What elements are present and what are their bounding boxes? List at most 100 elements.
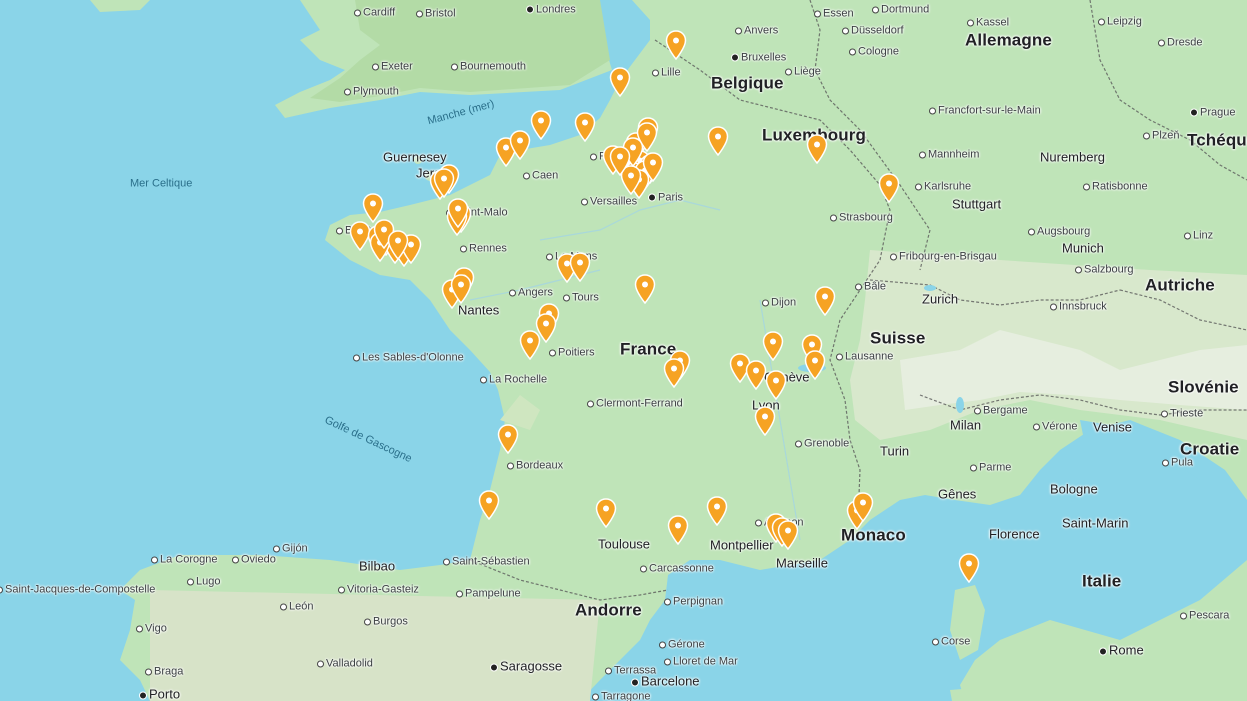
city-label-pescara: Pescara — [1180, 610, 1229, 623]
city-label-perpignan: Perpignan — [664, 596, 723, 609]
city-label-valladolid: Valladolid — [317, 658, 373, 671]
city-label-saragosse: Saragosse — [490, 660, 562, 673]
map-pin-icon[interactable] — [530, 110, 552, 140]
sea-label-celtique: Mer Celtique — [130, 177, 193, 190]
map-pin-icon[interactable] — [707, 126, 729, 156]
city-label-parme: Parme — [970, 462, 1011, 475]
city-label-vigo: Vigo — [136, 623, 167, 636]
country-label-italie: Italie — [1082, 571, 1122, 591]
map-pin-icon[interactable] — [745, 360, 767, 390]
map-pin-icon[interactable] — [433, 168, 455, 198]
city-label-karlsruhe: Karlsruhe — [915, 181, 971, 194]
country-label-allemagne: Allemagne — [965, 30, 1052, 50]
country-label-monaco: Monaco — [841, 525, 906, 545]
city-label-bordeaux: Bordeaux — [507, 460, 563, 473]
city-label-londres: Londres — [526, 4, 576, 17]
country-label-andorre: Andorre — [575, 600, 642, 620]
city-label-leipzig: Leipzig — [1098, 16, 1142, 29]
city-label-bologne: Bologne — [1050, 481, 1098, 497]
map-pin-icon[interactable] — [478, 490, 500, 520]
map-pin-icon[interactable] — [804, 350, 826, 380]
city-label-nantes: Nantes — [458, 302, 500, 318]
city-label-liege: Liège — [785, 66, 821, 79]
city-label-bilbao: Bilbao — [359, 558, 396, 574]
country-label-autriche: Autriche — [1145, 275, 1215, 295]
city-label-lloret: Lloret de Mar — [664, 656, 738, 669]
map-pin-icon[interactable] — [706, 496, 728, 526]
map-pin-icon[interactable] — [519, 330, 541, 360]
map-pin-icon[interactable] — [509, 130, 531, 160]
city-label-exeter: Exeter — [372, 61, 413, 74]
city-label-turin: Turin — [880, 443, 910, 459]
map-pin-icon[interactable] — [574, 112, 596, 142]
country-label-slovenie: Slovénie — [1168, 377, 1239, 397]
city-label-oviedo: Oviedo — [232, 554, 276, 567]
country-label-guernesey: Guernesey — [383, 149, 447, 165]
city-label-rennes: Rennes — [460, 243, 507, 256]
map-pin-icon[interactable] — [754, 406, 776, 436]
map-pin-icon[interactable] — [665, 30, 687, 60]
city-label-zurich: Zurich — [922, 291, 959, 307]
city-label-munich: Munich — [1062, 240, 1104, 256]
map-pin-icon[interactable] — [450, 274, 472, 304]
city-label-clermont: Clermont-Ferrand — [587, 398, 683, 411]
city-label-anvers: Anvers — [735, 25, 778, 38]
city-label-augsbourg: Augsbourg — [1028, 226, 1090, 239]
city-label-toulouse: Toulouse — [598, 536, 651, 552]
map-pin-icon[interactable] — [595, 498, 617, 528]
city-label-sables: Les Sables-d'Olonne — [353, 352, 464, 365]
map-pin-icon[interactable] — [958, 553, 980, 583]
city-label-plzen: Plzeň — [1143, 130, 1180, 143]
city-label-tours: Tours — [563, 292, 599, 305]
city-label-linz: Linz — [1184, 230, 1213, 243]
city-label-saint-sebastien: Saint-Sébastien — [443, 556, 530, 569]
map-pin-icon[interactable] — [814, 286, 836, 316]
city-label-verone: Vérone — [1033, 421, 1077, 434]
map-pin-icon[interactable] — [663, 358, 685, 388]
map-pin-icon[interactable] — [634, 274, 656, 304]
city-label-porto: Porto — [139, 688, 180, 701]
city-label-trieste: Trieste — [1161, 408, 1203, 421]
city-label-kassel: Kassel — [967, 17, 1009, 30]
map-pin-icon[interactable] — [765, 370, 787, 400]
city-label-paris: Paris — [648, 192, 683, 205]
city-label-genes: Gênes — [938, 486, 977, 502]
map-pin-icon[interactable] — [636, 122, 658, 152]
map-pin-icon[interactable] — [447, 198, 469, 228]
map-pin-icon[interactable] — [667, 515, 689, 545]
map-canvas[interactable]: Manche (mer) Mer Celtique Golfe de Gascogn… — [0, 0, 1247, 701]
map-pin-icon[interactable] — [806, 134, 828, 164]
map-pin-icon[interactable] — [762, 331, 784, 361]
map-pin-icon[interactable] — [569, 252, 591, 282]
map-pin-icon[interactable] — [609, 146, 631, 176]
city-label-lille: Lille — [652, 67, 681, 80]
city-label-la-corogne: La Corogne — [151, 554, 218, 567]
city-label-bale: Bâle — [855, 281, 886, 294]
city-label-innsbruck: Innsbruck — [1050, 301, 1107, 314]
city-label-pula: Pula — [1162, 457, 1193, 470]
city-label-dresde: Dresde — [1158, 37, 1202, 50]
city-label-stuttgart: Stuttgart — [952, 196, 1002, 212]
country-label-france: France — [620, 339, 677, 359]
city-label-rome: Rome — [1099, 644, 1144, 657]
map-pin-icon[interactable] — [777, 520, 799, 550]
map-pin-icon[interactable] — [387, 230, 409, 260]
city-label-venise: Venise — [1093, 419, 1133, 435]
city-label-bristol: Bristol — [416, 8, 456, 21]
city-label-corse: Corse — [932, 636, 970, 649]
city-label-vitoria: Vitoria-Gasteiz — [338, 584, 419, 597]
city-label-marseille: Marseille — [776, 555, 829, 571]
city-label-prague: Prague — [1190, 107, 1235, 120]
city-label-florence: Florence — [989, 526, 1040, 542]
city-label-milan: Milan — [950, 417, 982, 433]
map-pin-icon[interactable] — [878, 173, 900, 203]
city-label-bruxelles: Bruxelles — [731, 52, 786, 65]
map-pin-icon[interactable] — [642, 152, 664, 182]
map-pin-icon[interactable] — [609, 67, 631, 97]
map-pin-icon[interactable] — [497, 424, 519, 454]
city-label-strasbourg: Strasbourg — [830, 212, 893, 225]
city-label-plymouth: Plymouth — [344, 86, 399, 99]
city-label-nuremberg: Nuremberg — [1040, 149, 1106, 165]
city-label-salzbourg: Salzbourg — [1075, 264, 1134, 277]
map-pin-icon[interactable] — [852, 492, 874, 522]
